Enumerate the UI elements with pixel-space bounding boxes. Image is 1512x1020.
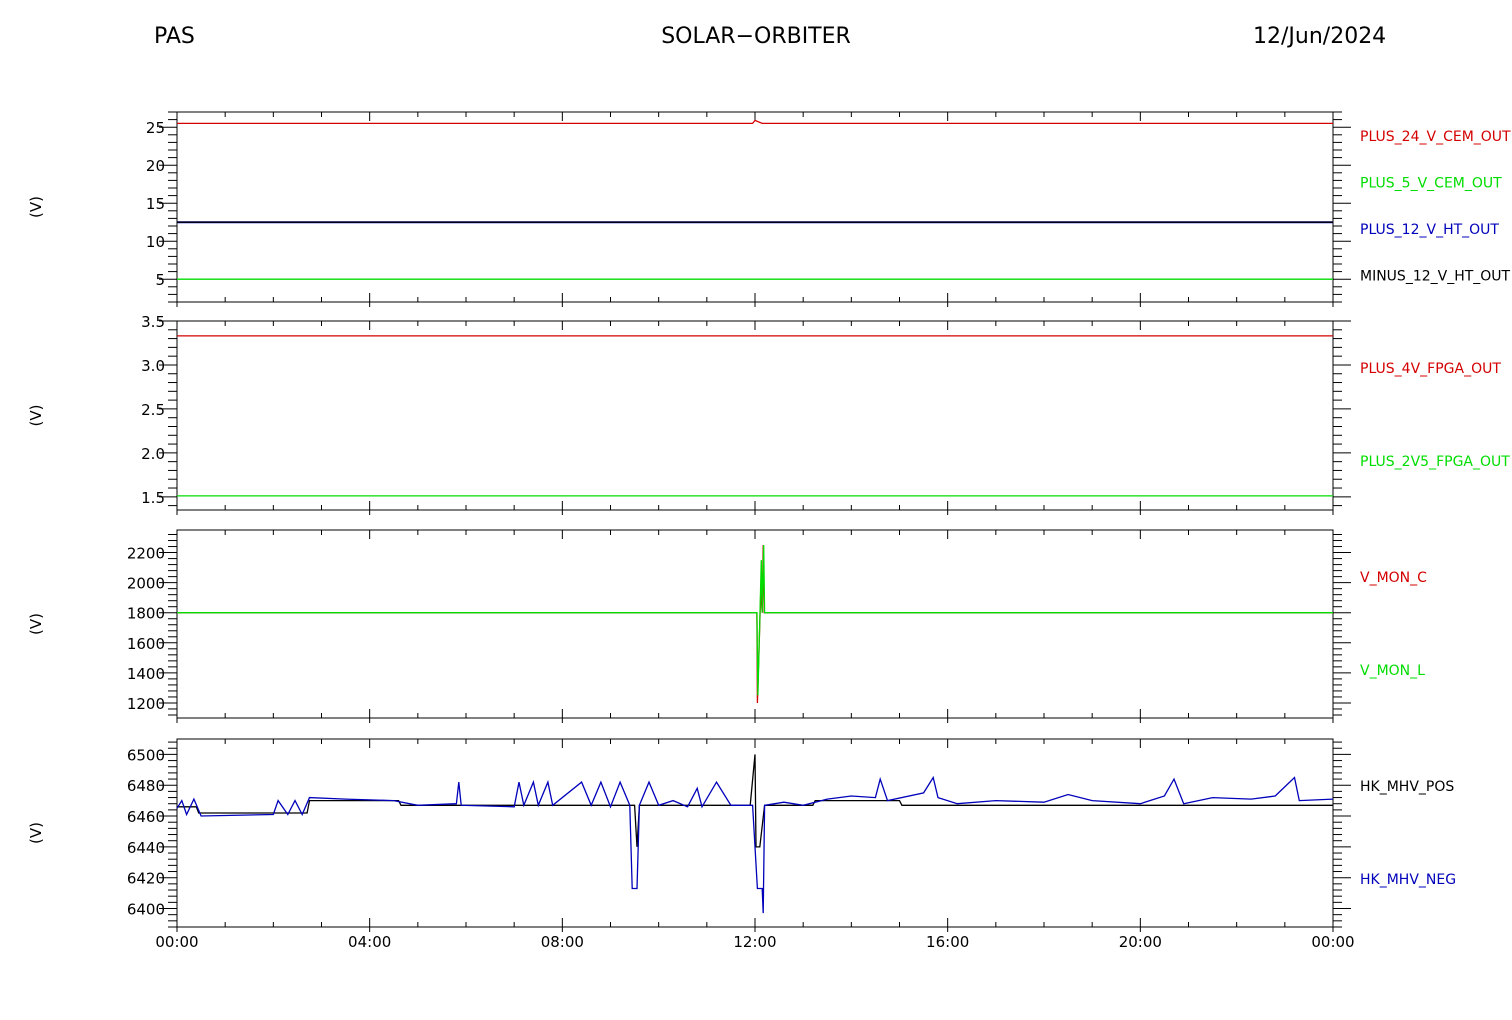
y-tick-label: 6480 — [127, 777, 165, 795]
panel-frame — [176, 320, 1334, 511]
y-tick-label: 1600 — [127, 635, 165, 653]
y-tick-label: 2000 — [127, 575, 165, 593]
y-tick-label: 6460 — [127, 808, 165, 826]
series-legend-label: V_MON_C — [1360, 570, 1427, 586]
chart-canvas: 5 10 15 20 25 (V) PLUS_24_V_CEM_OUT PLUS_5_V_CE… — [27, 111, 1511, 951]
y-tick-label: 15 — [146, 195, 165, 213]
y-tick-label: 6500 — [127, 746, 165, 764]
y-tick-label: 3.0 — [141, 357, 165, 375]
series-legend-label: HK_MHV_POS — [1360, 779, 1454, 795]
y-axis-label: (V) — [27, 405, 45, 427]
x-tick-label: 20:00 — [1119, 933, 1162, 951]
y-tick-label: 1400 — [127, 665, 165, 683]
x-tick-label: 16:00 — [926, 933, 969, 951]
x-tick-label: 00:00 — [1311, 933, 1354, 951]
series-line — [177, 544, 1333, 696]
y-tick-label: 2.0 — [141, 445, 165, 463]
x-tick-label: 00:00 — [155, 933, 198, 951]
y-tick-label: 6420 — [127, 870, 165, 888]
y-tick-label: 6400 — [127, 901, 165, 919]
series-legend-label: PLUS_2V5_FPGA_OUT — [1360, 454, 1510, 470]
series-legend-label: MINUS_12_V_HT_OUT — [1360, 269, 1511, 285]
y-tick-label: 2.5 — [141, 401, 165, 419]
y-tick-label: 25 — [146, 119, 165, 137]
series-legend-label: PLUS_12_V_HT_OUT — [1360, 222, 1499, 238]
y-axis-label: (V) — [27, 196, 45, 218]
x-tick-label: 08:00 — [541, 933, 584, 951]
y-tick-label: 3.5 — [141, 313, 165, 331]
y-axis-label: (V) — [27, 613, 45, 635]
y-tick-label: 5 — [155, 271, 165, 289]
series-legend-label: HK_MHV_NEG — [1360, 872, 1456, 888]
x-tick-label: 12:00 — [733, 933, 776, 951]
series-legend-label: V_MON_L — [1360, 663, 1425, 679]
series-line — [177, 119, 1333, 125]
y-tick-label: 2200 — [127, 545, 165, 563]
y-tick-label: 20 — [146, 157, 165, 175]
y-tick-label: 1800 — [127, 605, 165, 623]
series-legend-label: PLUS_5_V_CEM_OUT — [1360, 176, 1502, 192]
y-tick-label: 1200 — [127, 695, 165, 713]
y-tick-label: 1.5 — [141, 489, 165, 507]
series-line — [177, 544, 1333, 704]
series-legend-label: PLUS_24_V_CEM_OUT — [1360, 129, 1511, 145]
y-tick-label: 6440 — [127, 839, 165, 857]
x-tick-label: 04:00 — [348, 933, 391, 951]
series-line — [177, 754, 1333, 848]
y-tick-label: 10 — [146, 233, 165, 251]
series-legend-label: PLUS_4V_FPGA_OUT — [1360, 361, 1501, 377]
panel-frame — [176, 529, 1334, 719]
panel-frame — [176, 111, 1334, 303]
y-axis-label: (V) — [27, 822, 45, 844]
